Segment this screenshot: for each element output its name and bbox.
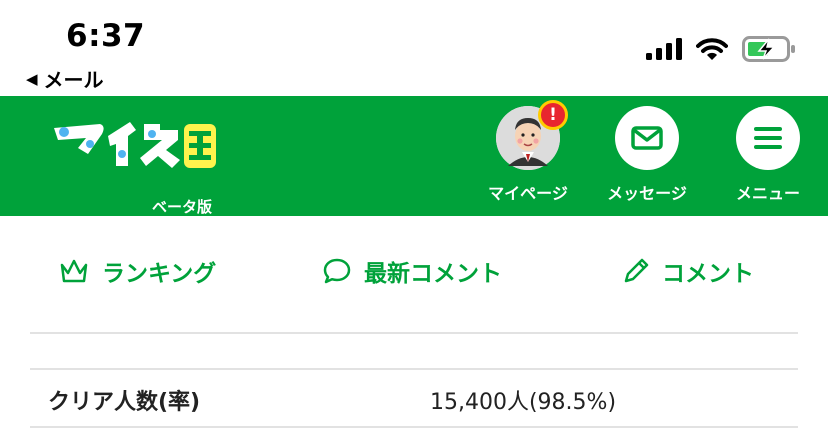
menu-button[interactable]: メニュー <box>713 106 823 210</box>
battery-charging-icon <box>742 36 795 62</box>
row-divider-bottom <box>30 426 798 428</box>
back-app-label: メール <box>43 68 104 92</box>
speech-bubble-icon <box>323 258 351 284</box>
mineo-logo-icon <box>54 122 216 168</box>
pencil-icon <box>624 258 649 283</box>
tab-latest-comments-label: 最新コメント <box>364 261 502 287</box>
tab-ranking[interactable]: ランキング <box>58 254 216 288</box>
signal-icon <box>646 38 682 60</box>
hamburger-icon <box>754 127 782 149</box>
envelope-icon <box>631 126 663 150</box>
tab-ranking-label: ランキング <box>102 261 217 287</box>
clear-count-value: 15,400人(98.5%) <box>430 390 617 415</box>
mypage-label: マイページ <box>488 184 568 203</box>
tab-comment-label: コメント <box>662 261 754 287</box>
divider-top <box>30 332 798 334</box>
system-icons <box>646 36 796 62</box>
logo-beta-label: ベータ版 <box>152 198 213 216</box>
messages-label: メッセージ <box>607 184 687 203</box>
content-tabs: ランキング 最新コメント コメント <box>0 232 828 312</box>
messages-button[interactable]: メッセージ <box>592 106 702 210</box>
back-to-app-link[interactable]: ◀ メール <box>26 64 104 93</box>
tab-comment[interactable]: コメント <box>622 254 754 288</box>
app-header: ベータ版 ! マイページ メッセージ メニュー <box>0 96 828 216</box>
site-logo[interactable]: ベータ版 <box>48 114 220 216</box>
mypage-button[interactable]: ! マイページ <box>473 100 583 210</box>
avatar: ! <box>496 100 568 170</box>
menu-label: メニュー <box>735 184 800 203</box>
notification-badge: ! <box>538 100 568 130</box>
row-divider-top <box>30 368 798 370</box>
status-bar: 6:37 ◀ メール <box>0 0 828 96</box>
crown-icon <box>60 259 88 283</box>
tab-latest-comments[interactable]: 最新コメント <box>322 254 502 288</box>
clear-count-row: クリア人数(率) 15,400人(98.5%) <box>30 368 798 428</box>
back-caret-icon: ◀ <box>26 69 38 88</box>
menu-circle <box>736 106 800 170</box>
clear-count-label: クリア人数(率) <box>48 390 201 415</box>
status-time: 6:37 <box>66 18 146 54</box>
messages-circle <box>615 106 679 170</box>
wifi-icon <box>696 38 728 60</box>
